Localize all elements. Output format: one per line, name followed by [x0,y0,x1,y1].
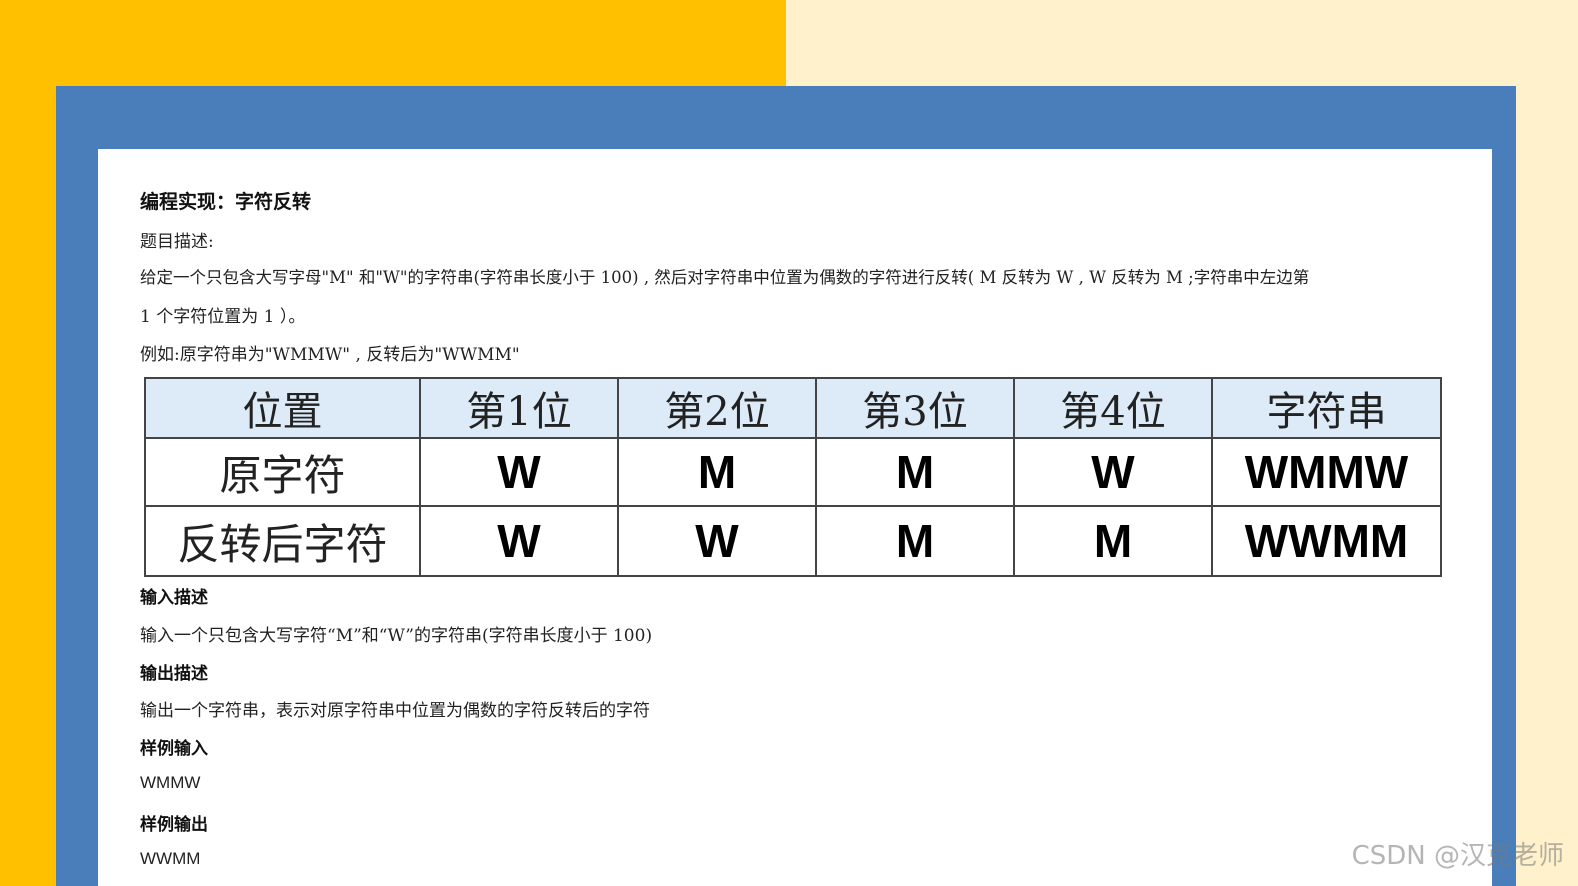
header-pos-2: 第2位 [617,377,817,439]
table-row: 反转后字符 W W M M WWMM [144,505,1442,577]
input-description-text: 输入一个只包含大写字符“M”和“W”的字符串(字符串长度小于 100) [140,626,653,646]
example-text: 例如:原字符串为"WMMW" , 反转后为"WWMM" [140,345,520,365]
csdn-watermark: CSDN @汉克老师 [1351,841,1564,871]
reversal-table: 位置 第1位 第2位 第3位 第4位 字符串 原字符 W M M W WMMW … [144,377,1442,577]
description-line-2: 1 个字符位置为 1 ）。 [140,307,306,327]
row-label-reversed: 反转后字符 [144,505,421,577]
sample-output-heading: 样例输出 [140,815,208,835]
document-page: 编程实现：字符反转 题目描述: 给定一个只包含大写字母"M" 和"W"的字符串(… [98,149,1492,886]
description-line-1: 给定一个只包含大写字母"M" 和"W"的字符串(字符串长度小于 100) , 然… [140,268,1310,287]
table-cell: W [419,505,619,577]
problem-title: 编程实现：字符反转 [140,191,312,213]
table-header-row: 位置 第1位 第2位 第3位 第4位 字符串 [144,377,1442,439]
table-cell: W [419,437,619,507]
header-pos-1: 第1位 [419,377,619,439]
table-cell: M [815,437,1015,507]
sample-input-heading: 样例输入 [140,739,208,759]
row-label-original: 原字符 [144,437,421,507]
table-cell: W [1013,437,1213,507]
table-cell-string: WWMM [1211,505,1442,577]
table-cell: W [617,505,817,577]
header-pos-3: 第3位 [815,377,1015,439]
input-description-heading: 输入描述 [140,588,208,608]
header-position: 位置 [144,377,421,439]
header-pos-4: 第4位 [1013,377,1213,439]
table-cell: M [1013,505,1213,577]
table-cell: M [617,437,817,507]
table-cell: M [815,505,1015,577]
table-cell-string: WMMW [1211,437,1442,507]
sample-output-value: WWMM [140,849,201,868]
description-label: 题目描述: [140,232,214,252]
output-description-text: 输出一个字符串，表示对原字符串中位置为偶数的字符反转后的字符 [140,701,650,721]
header-string: 字符串 [1211,377,1442,439]
output-description-heading: 输出描述 [140,664,208,684]
table-row: 原字符 W M M W WMMW [144,437,1442,507]
sample-input-value: WMMW [140,773,201,792]
